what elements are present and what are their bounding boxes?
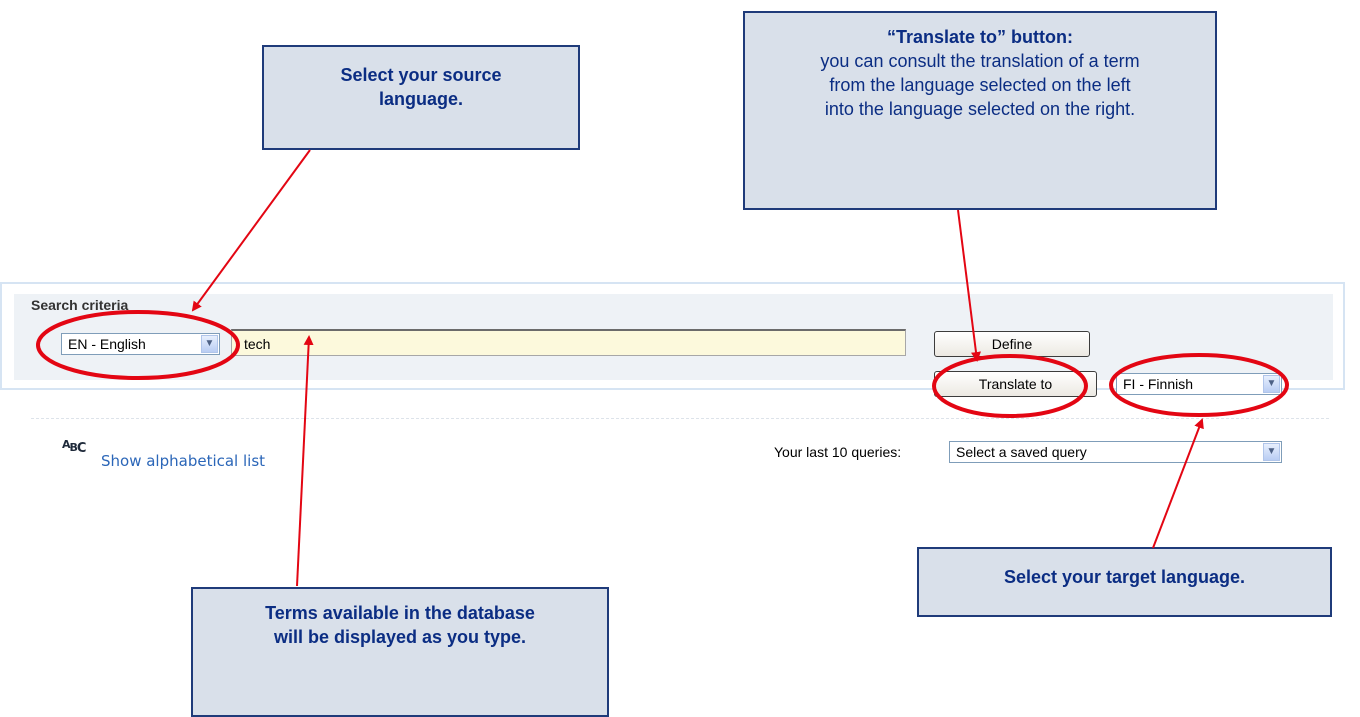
chevron-down-icon[interactable]: ▼ [1263,375,1280,393]
chevron-down-icon[interactable]: ▼ [201,335,218,353]
term-search-input[interactable]: tech [231,329,906,356]
callout-heading: “Translate to” button: [887,27,1073,47]
show-alphabetical-list-link[interactable]: Show alphabetical list [101,452,265,470]
callout-text: Terms available in the database [265,603,535,623]
last-queries-label: Your last 10 queries: [774,444,902,460]
terms-callout: Terms available in the database will be … [191,587,609,717]
saved-query-select[interactable]: Select a saved query ▼ [949,441,1282,463]
callout-text: you can consult the translation of a ter… [820,51,1140,71]
define-button[interactable]: Define [934,331,1090,357]
callout-text: into the language selected on the right. [824,99,1136,119]
callout-text: from the language selected on the left [829,75,1131,95]
source-language-callout: Select your source language. [262,45,580,150]
translate-to-button[interactable]: Translate to [934,371,1097,397]
abc-icon: ABC [62,438,86,456]
panel-divider [31,418,1329,419]
callout-text: Select your source [340,65,502,85]
callout-text: will be displayed as you type. [273,627,527,647]
callout-text: Select your target language. [1003,567,1246,587]
target-language-select[interactable]: FI - Finnish ▼ [1116,373,1282,395]
source-language-select[interactable]: EN - English ▼ [61,333,220,355]
chevron-down-icon[interactable]: ▼ [1263,443,1280,461]
search-criteria-title: Search criteria [31,297,129,313]
translate-button-callout: “Translate to” button: you can consult t… [743,11,1217,210]
saved-query-value: Select a saved query [956,444,1087,460]
target-language-arrow [1152,418,1204,549]
term-input-value: tech [244,336,271,352]
source-language-value: EN - English [68,336,146,352]
target-language-callout: Select your target language. [917,547,1332,617]
target-language-value: FI - Finnish [1123,376,1194,392]
callout-text: language. [378,89,463,109]
